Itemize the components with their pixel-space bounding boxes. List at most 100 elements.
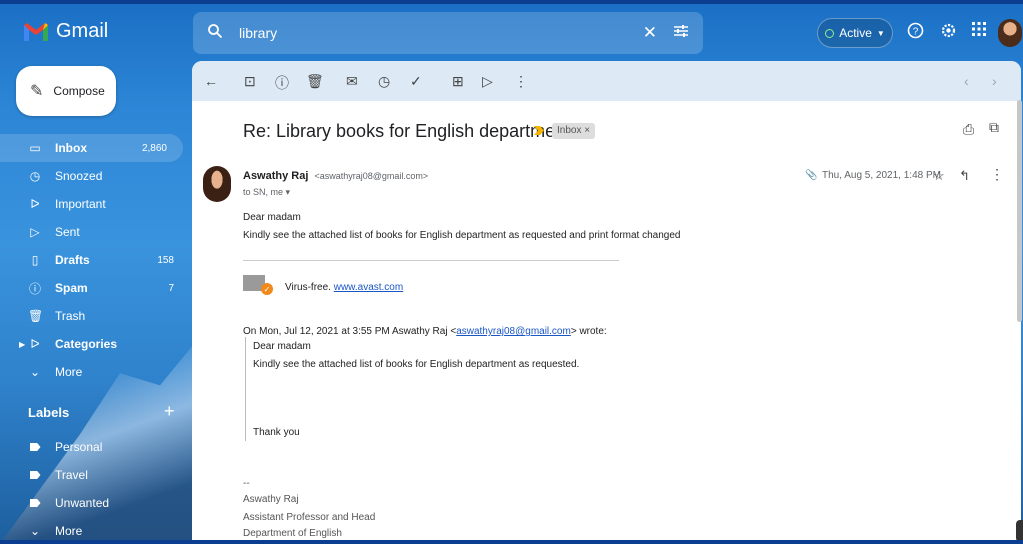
sender-info: Aswathy Raj <aswathyraj08@gmail.com>	[243, 170, 428, 182]
labels-list: Personal Travel Unwanted ⌄ More	[0, 433, 190, 544]
search-bar[interactable]: library ✕	[193, 12, 703, 54]
sidebar-item-important[interactable]: ᐅ Important	[0, 190, 190, 218]
more-vertical-icon[interactable]: ⋮	[990, 166, 1004, 183]
open-new-window-icon[interactable]: ⧉	[989, 119, 999, 136]
delete-icon[interactable]: 🗑	[306, 73, 324, 90]
inbox-chip[interactable]: Inbox ×	[552, 123, 596, 139]
quote-email-link[interactable]: aswathyraj08@gmail.com	[456, 326, 571, 337]
expand-arrow-icon[interactable]: ▶	[19, 340, 25, 349]
apps-grid-icon[interactable]	[972, 22, 986, 41]
newer-icon[interactable]: ‹	[964, 73, 969, 89]
draft-count: 158	[157, 254, 174, 266]
reply-icon[interactable]: ↰	[959, 168, 970, 184]
sidebar-item-sent[interactable]: ▷ Sent	[0, 218, 190, 246]
sidebar-item-inbox[interactable]: ▭ Inbox 2,860	[0, 134, 183, 162]
status-selector[interactable]: Active ▼	[817, 18, 893, 48]
add-task-icon[interactable]: ✓	[410, 73, 422, 90]
more-options-icon[interactable]: ⋮	[514, 73, 528, 90]
print-icon[interactable]: ⎙	[963, 121, 974, 138]
email-greeting: Dear madam	[243, 212, 301, 223]
label-tag-icon	[28, 440, 42, 454]
email-toolbar: ← ⊡ ⓘ 🗑 ✉ ◷ ✓ ⊞ ▷ ⋮ ‹ ›	[192, 61, 1021, 101]
avast-text: Virus-free.	[285, 282, 331, 293]
sidebar-item-label: Snoozed	[55, 169, 103, 183]
label-as-icon[interactable]: ▷	[482, 73, 493, 90]
avast-line: Virus-free. www.avast.com	[285, 282, 403, 293]
email-date: Thu, Aug 5, 2021, 1:48 PM	[822, 170, 941, 181]
sender-avatar[interactable]	[203, 166, 231, 202]
report-spam-icon[interactable]: ⓘ	[275, 73, 289, 93]
star-icon[interactable]: ☆	[933, 168, 945, 184]
side-panel-toggle[interactable]	[1016, 520, 1023, 542]
sidebar-item-label: Inbox	[55, 141, 87, 155]
recipients-dropdown[interactable]: to SN, me ▾	[243, 187, 290, 198]
sidebar-item-label: Sent	[55, 225, 80, 239]
email-panel: ← ⊡ ⓘ 🗑 ✉ ◷ ✓ ⊞ ▷ ⋮ ‹ › Re: Library book…	[192, 61, 1021, 544]
label-name: Unwanted	[55, 496, 110, 510]
labels-heading: Labels	[28, 405, 70, 420]
quote-thanks: Thank you	[253, 427, 300, 438]
search-options-icon[interactable]	[673, 24, 689, 43]
snooze-icon[interactable]: ◷	[378, 73, 390, 90]
divider	[243, 260, 619, 261]
email-body: Kindly see the attached list of books fo…	[243, 230, 681, 241]
quote-body: Kindly see the attached list of books fo…	[253, 359, 580, 370]
search-input[interactable]: library	[239, 25, 277, 41]
sidebar-nav: ▭ Inbox 2,860 ◷ Snoozed ᐅ Important ▷ Se…	[0, 134, 190, 386]
help-icon[interactable]: ?	[907, 22, 924, 44]
account-avatar[interactable]	[998, 19, 1022, 47]
clock-icon: ◷	[29, 169, 41, 183]
svg-text:?: ?	[913, 27, 919, 38]
label-tag-icon	[28, 468, 42, 482]
window-top-border	[0, 0, 1023, 4]
signature-department: Department of English	[243, 528, 342, 539]
sidebar-item-spam[interactable]: ⓘ Spam 7	[0, 274, 190, 302]
send-icon: ▷	[30, 225, 40, 239]
avast-link[interactable]: www.avast.com	[334, 282, 403, 293]
sidebar-item-label: More	[55, 365, 83, 379]
older-icon[interactable]: ›	[992, 73, 997, 89]
sidebar-item-label: Drafts	[55, 253, 90, 267]
label-name: Travel	[55, 468, 88, 482]
back-arrow-icon[interactable]: ←	[204, 73, 218, 89]
archive-icon[interactable]: ⊡	[244, 73, 256, 90]
clear-search-icon[interactable]: ✕	[643, 23, 657, 43]
app-name: Gmail	[56, 20, 109, 42]
inbox-icon: ▭	[29, 141, 41, 155]
compose-button[interactable]: ✎ Compose	[16, 66, 116, 116]
mark-unread-icon[interactable]: ✉	[346, 73, 358, 90]
sidebar-item-label: Categories	[55, 337, 118, 351]
quote-header: On Mon, Jul 12, 2021 at 3:55 PM Aswathy …	[243, 326, 607, 337]
label-item-unwanted[interactable]: Unwanted	[0, 489, 190, 517]
spam-icon: ⓘ	[28, 281, 41, 296]
signature-name: Aswathy Raj	[243, 494, 299, 505]
quote-greeting: Dear madam	[253, 341, 311, 352]
sidebar-item-snoozed[interactable]: ◷ Snoozed	[0, 162, 190, 190]
sidebar-item-trash[interactable]: 🗑 Trash	[0, 302, 190, 330]
sender-email: <aswathyraj08@gmail.com>	[314, 171, 429, 181]
label-name: Personal	[55, 440, 103, 454]
signature-dashes: --	[243, 478, 250, 489]
label-item-travel[interactable]: Travel	[0, 461, 190, 489]
label-item-personal[interactable]: Personal	[0, 433, 190, 461]
move-to-icon[interactable]: ⊞	[452, 73, 464, 90]
quote-bar	[245, 337, 246, 441]
sidebar-item-label: Spam	[55, 281, 88, 295]
chevron-down-icon: ▼	[876, 28, 885, 38]
quote-header-text: On Mon, Jul 12, 2021 at 3:55 PM Aswathy …	[243, 326, 457, 337]
gmail-logo-icon	[24, 23, 48, 41]
pencil-icon: ✎	[30, 83, 44, 100]
settings-icon[interactable]	[940, 22, 957, 44]
scrollbar[interactable]	[1017, 100, 1022, 322]
window-bottom-border	[0, 540, 1023, 544]
sidebar-item-drafts[interactable]: ▯ Drafts 158	[0, 246, 190, 274]
trash-icon: 🗑	[28, 309, 44, 323]
sender-name: Aswathy Raj	[243, 170, 309, 182]
sidebar-item-label: Important	[55, 197, 106, 211]
search-icon[interactable]	[207, 23, 223, 44]
add-label-icon[interactable]: +	[164, 401, 175, 422]
draft-icon: ▯	[31, 253, 39, 267]
sidebar-item-more[interactable]: ⌄ More	[0, 358, 190, 386]
sidebar-item-categories[interactable]: ▶ ᐅ Categories	[0, 330, 190, 358]
gmail-logo[interactable]: Gmail	[24, 20, 108, 43]
